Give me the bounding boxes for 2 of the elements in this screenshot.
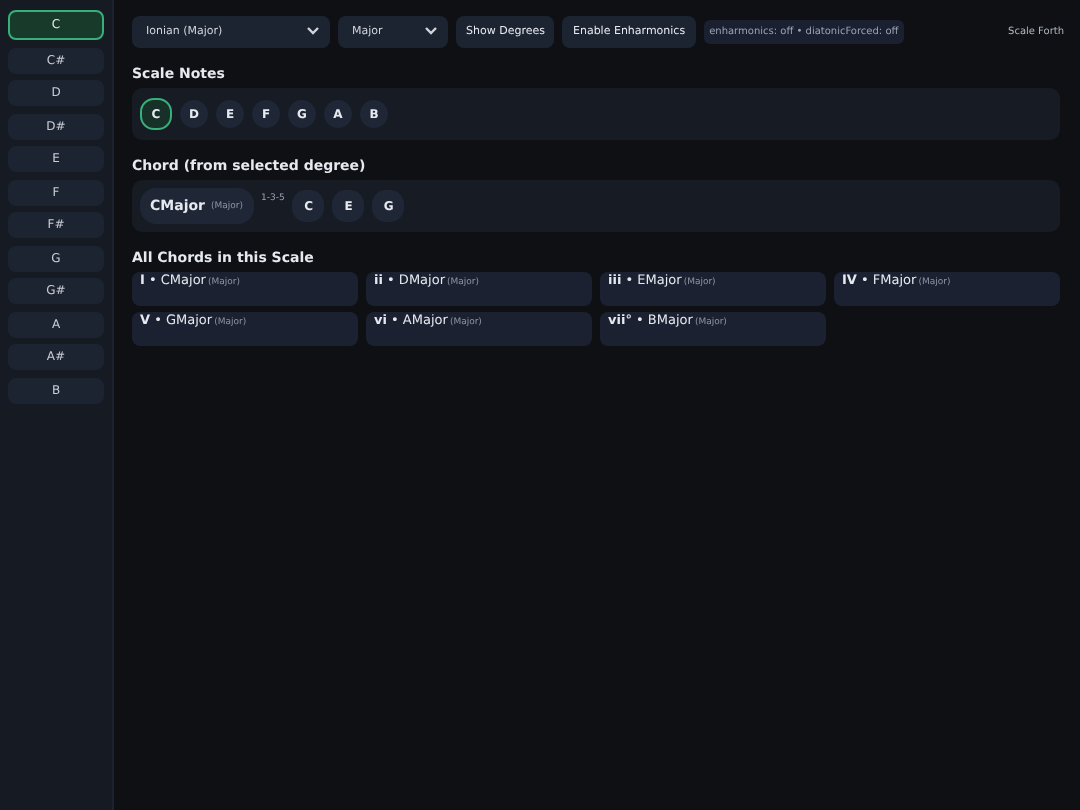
chevron-icon xyxy=(424,26,438,36)
chevron-icon xyxy=(306,26,320,36)
